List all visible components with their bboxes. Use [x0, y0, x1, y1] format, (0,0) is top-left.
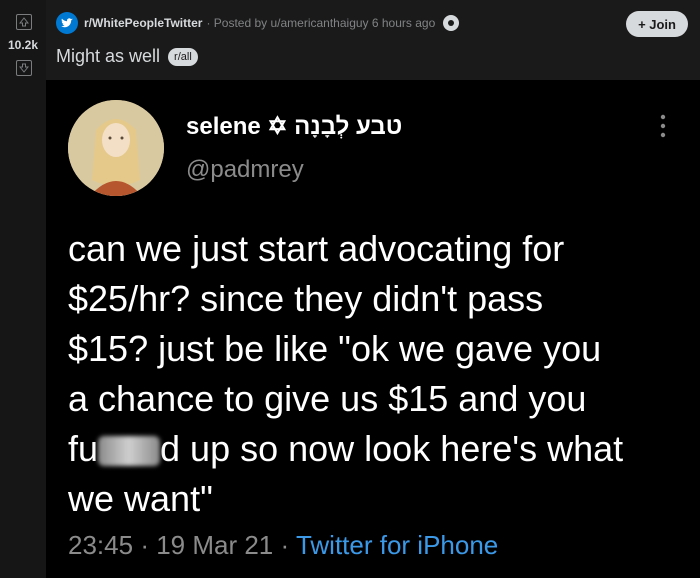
- post-meta: · Posted by u/americanthaiguy 6 hours ag…: [206, 16, 436, 30]
- tweet-text: can we just start advocating for $25/hr?…: [68, 224, 688, 524]
- tweet-handle: @padmrey: [186, 156, 304, 183]
- tweet-line: $15? just be like "ok we gave you: [68, 328, 602, 369]
- subreddit-icon[interactable]: [56, 12, 78, 34]
- censor-blur: [98, 436, 161, 467]
- tweet-line: can we just start advocating for: [68, 228, 565, 269]
- tweet-line: we want": [68, 478, 213, 519]
- more-options-icon: [660, 114, 666, 143]
- join-button[interactable]: + Join: [626, 11, 688, 37]
- tweet-line: $25/hr? since they didn't pass: [68, 278, 544, 319]
- award-icon[interactable]: [443, 15, 460, 31]
- tweet-footer: 23:45 · 19 Mar 21 · Twitter for iPhone: [68, 530, 498, 561]
- downvote-icon: [19, 63, 29, 73]
- post-flair[interactable]: r/all: [168, 47, 198, 66]
- tweet-line-end: d up so now look here's what: [160, 428, 624, 469]
- post-title[interactable]: Might as well: [56, 46, 160, 67]
- tweet-time: 23:45: [68, 530, 134, 560]
- upvote-button[interactable]: [16, 14, 32, 30]
- post-title-row: Might as well r/all: [56, 46, 198, 67]
- tweet-line: a chance to give us $15 and you: [68, 378, 587, 419]
- post-header: r/WhitePeopleTwitter · Posted by u/ameri…: [56, 10, 460, 36]
- tweet-date: 19 Mar 21: [156, 530, 274, 560]
- avatar: [68, 100, 164, 196]
- separator: ·: [140, 530, 157, 560]
- subreddit-link[interactable]: r/WhitePeopleTwitter: [84, 16, 202, 30]
- award-glyph-icon: [448, 20, 455, 26]
- tweet-image[interactable]: selene ✡ טבע לְבָנָה @padmrey can we jus…: [46, 80, 700, 578]
- vote-rail: 10.2k: [0, 0, 46, 578]
- downvote-button[interactable]: [16, 60, 32, 76]
- tweet-display-name: selene ✡ טבע לְבָנָה: [186, 113, 403, 140]
- tweet-line: fu d up so now look here's what: [68, 424, 688, 474]
- vote-score: 10.2k: [7, 38, 39, 52]
- twitter-bird-icon: [61, 18, 73, 28]
- separator: ·: [280, 530, 296, 560]
- upvote-icon: [19, 17, 29, 27]
- tweet-line-start: fu: [68, 428, 99, 469]
- tweet-source: Twitter for iPhone: [295, 530, 499, 560]
